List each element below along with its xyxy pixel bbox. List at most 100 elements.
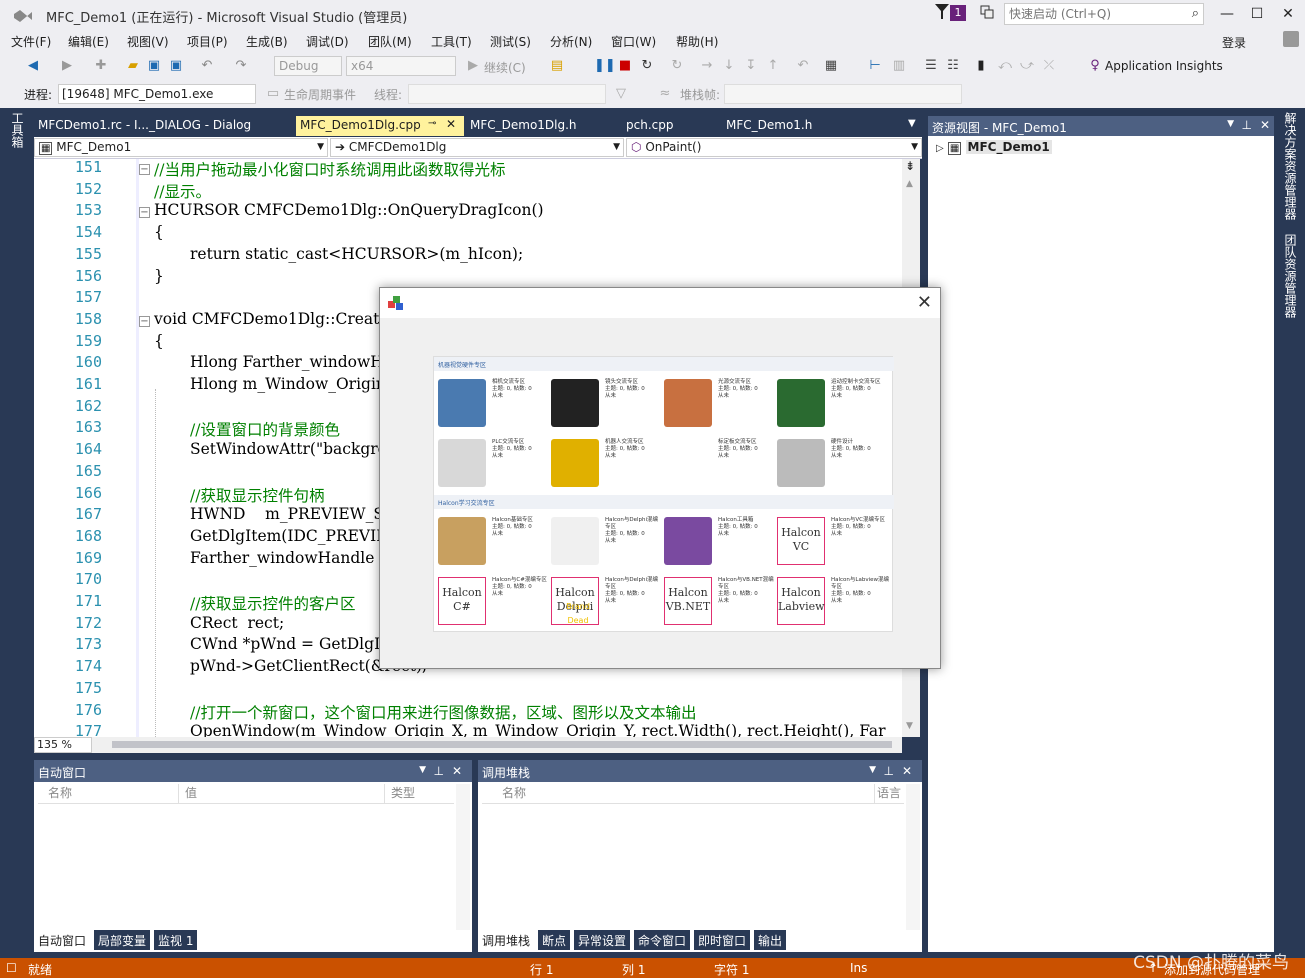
code-line[interactable]: Hlong m_Window_Origin_X; (190, 375, 410, 393)
code-line[interactable]: //显示。 (154, 180, 211, 202)
autos-scrollbar[interactable] (456, 784, 470, 930)
project-dropdown[interactable]: ▦ MFC_Demo1 ▼ (34, 138, 328, 157)
class-dropdown[interactable]: ➔ CMFCDemo1Dlg ▼ (330, 138, 624, 157)
forward-icon[interactable]: ▶ (58, 57, 76, 75)
pin-icon[interactable]: ⊥ (1242, 118, 1252, 132)
col-value[interactable]: 值 (178, 784, 384, 804)
bookmark-icon[interactable]: ▮ (972, 57, 990, 75)
call-stack-scrollbar[interactable] (906, 784, 920, 930)
next-bookmark-icon[interactable]: ⤻ (1018, 57, 1036, 75)
step-over-icon[interactable]: → (698, 57, 716, 75)
menu-edit[interactable]: 编辑(E) (68, 33, 109, 50)
zoom-dropdown[interactable]: 135 % (34, 737, 92, 753)
tab-mfc-demo1dlg-cpp[interactable]: MFC_Demo1Dlg.cpp ⊸ ✕ (296, 116, 464, 136)
code-line[interactable]: //获取显示控件句柄 (190, 484, 324, 506)
running-dialog-window[interactable]: ✕ 机器视觉硬件专区 Halcon学习交流专区 相机交流专区 主题: 0, 帖数:… (379, 287, 941, 669)
col-type[interactable]: 类型 (384, 784, 454, 804)
filter-icon[interactable] (935, 4, 949, 20)
app-insights-icon[interactable]: ♀ (1086, 57, 1104, 75)
code-line[interactable]: CRect rect; (190, 614, 284, 632)
tab-mfc-demo1dlg-h[interactable]: MFC_Demo1Dlg.h (466, 116, 616, 136)
show-next-icon[interactable]: ↧ (742, 57, 760, 75)
code-line[interactable]: OpenWindow(m_Window_Origin_X, m_Window_O… (190, 722, 886, 737)
solution-explorer-tab[interactable]: 解决方案资源管理器 (1282, 112, 1299, 220)
step-out-icon[interactable]: ↑ (764, 57, 782, 75)
fold-toggle-icon[interactable]: − (139, 164, 150, 175)
code-line[interactable]: //获取显示控件的客户区 (190, 592, 355, 614)
fold-toggle-icon[interactable]: − (139, 315, 150, 327)
step-into-icon[interactable]: ↓ (720, 57, 738, 75)
code-line[interactable]: //当用户拖动最小化窗口时系统调用此函数取得光标 (154, 159, 505, 180)
config-dropdown[interactable]: Debug (274, 56, 342, 76)
prev-bookmark-icon[interactable]: ⤺ (996, 57, 1014, 75)
dialog-close-button[interactable]: ✕ (917, 292, 932, 313)
format-icon[interactable]: ▥ (890, 57, 908, 75)
tab-close-icon[interactable]: ✕ (446, 117, 456, 131)
app-insights-button[interactable]: Application Insights (1105, 59, 1223, 73)
tab-mfc-demo1-h[interactable]: MFC_Demo1.h (722, 116, 852, 136)
process-icon[interactable]: ▤ (548, 57, 566, 75)
code-line[interactable]: //打开一个新窗口，这个窗口用来进行图像数据，区域、图形以及文本输出 (190, 701, 696, 723)
menu-view[interactable]: 视图(V) (127, 33, 169, 50)
fold-toggle-icon[interactable]: − (139, 207, 150, 219)
redo-icon[interactable]: ↷ (232, 57, 250, 75)
lifecycle-icon[interactable]: ▭ (264, 85, 282, 103)
thread-dropdown[interactable] (408, 84, 606, 104)
close-button[interactable]: ✕ (1272, 3, 1304, 25)
code-line[interactable]: HCURSOR CMFCDemo1Dlg::OnQueryDragIcon() (154, 201, 544, 219)
menu-help[interactable]: 帮助(H) (676, 33, 718, 50)
continue-icon[interactable]: ▶ (464, 57, 482, 75)
process-dropdown[interactable]: [19648] MFC_Demo1.exe (58, 84, 256, 104)
tab-command-window[interactable]: 命令窗口 (634, 930, 691, 950)
stack-frame-dropdown[interactable] (724, 84, 962, 104)
tab-output[interactable]: 输出 (754, 930, 787, 950)
tab-locals[interactable]: 局部变量 (94, 930, 151, 950)
code-line[interactable]: { (154, 223, 164, 241)
quick-launch-box[interactable]: ⌕ (1004, 3, 1204, 25)
code-line[interactable]: { (154, 332, 164, 350)
tab-watch1[interactable]: 监视 1 (154, 930, 198, 950)
toolbox-tab[interactable]: 工具箱 (8, 112, 26, 152)
thread-icon[interactable]: ⊢ (866, 57, 884, 75)
maximize-button[interactable]: ☐ (1241, 3, 1273, 25)
close-icon[interactable]: ✕ (902, 764, 912, 778)
menu-analyze[interactable]: 分析(N) (550, 33, 592, 50)
clear-bookmarks-icon[interactable]: ⤫ (1040, 57, 1058, 75)
menu-project[interactable]: 项目(P) (187, 33, 228, 50)
quick-launch-input[interactable] (1005, 4, 1175, 24)
pin-icon[interactable]: ⊥ (434, 764, 444, 778)
save-icon[interactable]: ▣ (145, 57, 163, 75)
code-line[interactable]: return static_cast<HCURSOR>(m_hIcon); (190, 245, 523, 263)
pin-icon[interactable]: ⊸ (428, 118, 436, 129)
tab-pch-cpp[interactable]: pch.cpp (622, 116, 712, 136)
scroll-down-icon[interactable]: ▼ (906, 721, 913, 731)
new-project-icon[interactable]: ✚ (92, 57, 110, 75)
tab-exception-settings[interactable]: 异常设置 (574, 930, 631, 950)
save-all-icon[interactable]: ▣ (167, 57, 185, 75)
restart-icon[interactable]: ↻ (638, 57, 656, 75)
col-name[interactable]: 名称 (482, 784, 874, 804)
expand-icon[interactable]: ▷ (936, 143, 944, 154)
notification-badge[interactable]: 1 (950, 5, 966, 21)
col-language[interactable]: 语言 (874, 784, 904, 804)
feedback-icon[interactable] (980, 5, 994, 19)
code-line[interactable]: } (154, 267, 164, 285)
stop-icon[interactable]: ■ (616, 57, 634, 75)
search-icon[interactable]: ⌕ (1192, 6, 1199, 21)
uncomment-icon[interactable]: ☷ (944, 57, 962, 75)
menu-file[interactable]: 文件(F) (11, 33, 51, 50)
close-icon[interactable]: ✕ (1260, 118, 1270, 132)
close-icon[interactable]: ✕ (452, 764, 462, 778)
tab-mfcdemo1-rc[interactable]: MFCDemo1.rc - I..._DIALOG - Dialog (34, 116, 294, 136)
menu-build[interactable]: 生成(B) (246, 33, 288, 50)
undo-step-icon[interactable]: ↶ (794, 57, 812, 75)
open-folder-icon[interactable]: ▰ (124, 57, 142, 75)
team-explorer-tab[interactable]: 团队资源管理器 (1282, 234, 1299, 318)
tab-immediate-window[interactable]: 即时窗口 (694, 930, 751, 950)
account-icon[interactable] (1283, 31, 1299, 47)
stack-icon[interactable]: ≈ (656, 85, 674, 103)
pin-icon[interactable]: ⊥ (884, 764, 894, 778)
tab-call-stack[interactable]: 调用堆栈 (478, 930, 535, 950)
lifecycle-events-button[interactable]: 生命周期事件 (284, 86, 356, 103)
chevron-down-icon[interactable]: ▼ (1227, 119, 1234, 129)
